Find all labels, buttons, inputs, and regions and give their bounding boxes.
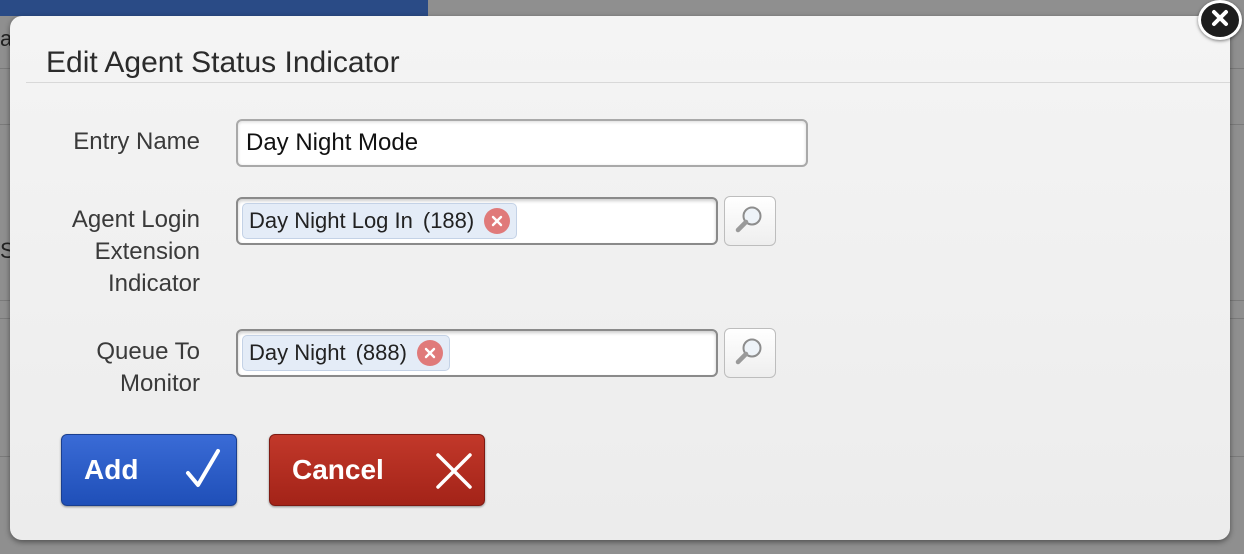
dialog-title: Edit Agent Status Indicator — [46, 46, 400, 79]
queue-lookup-button[interactable] — [724, 328, 776, 378]
cancel-button[interactable]: Cancel — [269, 434, 485, 506]
magnifier-icon — [733, 202, 767, 241]
queue-token-field[interactable]: Day Night (888) — [236, 329, 718, 377]
add-button-label: Add — [84, 454, 139, 485]
entry-name-label: Entry Name — [73, 128, 200, 155]
agent-login-token-field[interactable]: Day Night Log In (188) — [236, 197, 718, 245]
agent-login-label-line1: Agent Login — [71, 206, 200, 233]
queue-token: Day Night (888) — [242, 335, 450, 371]
edit-agent-status-dialog: Edit Agent Status Indicator Entry Name A… — [10, 16, 1230, 540]
token-value: (888) — [355, 340, 407, 365]
background-header-bar — [0, 0, 428, 16]
remove-token-icon[interactable] — [416, 340, 443, 366]
queue-label-line1: Queue To — [96, 338, 200, 365]
title-divider — [26, 82, 1230, 83]
token-label: Day Night Log In — [249, 208, 413, 233]
token-value: (188) — [422, 208, 475, 233]
checkmark-icon — [184, 447, 224, 500]
remove-token-icon[interactable] — [484, 208, 511, 234]
token-label: Day Night — [249, 340, 346, 365]
close-icon — [1210, 8, 1230, 33]
cancel-button-label: Cancel — [292, 454, 384, 485]
magnifier-icon — [733, 334, 767, 373]
agent-login-lookup-button[interactable] — [724, 196, 776, 246]
queue-label-line2: Monitor — [119, 370, 200, 397]
agent-login-token: Day Night Log In (188) — [242, 203, 518, 239]
agent-login-label-line2: Extension — [94, 238, 200, 265]
entry-name-input[interactable] — [236, 119, 808, 167]
x-icon — [434, 451, 474, 498]
agent-login-label-line3: Indicator — [107, 270, 200, 297]
close-dialog-button[interactable] — [1198, 0, 1242, 40]
add-button[interactable]: Add — [61, 434, 237, 506]
